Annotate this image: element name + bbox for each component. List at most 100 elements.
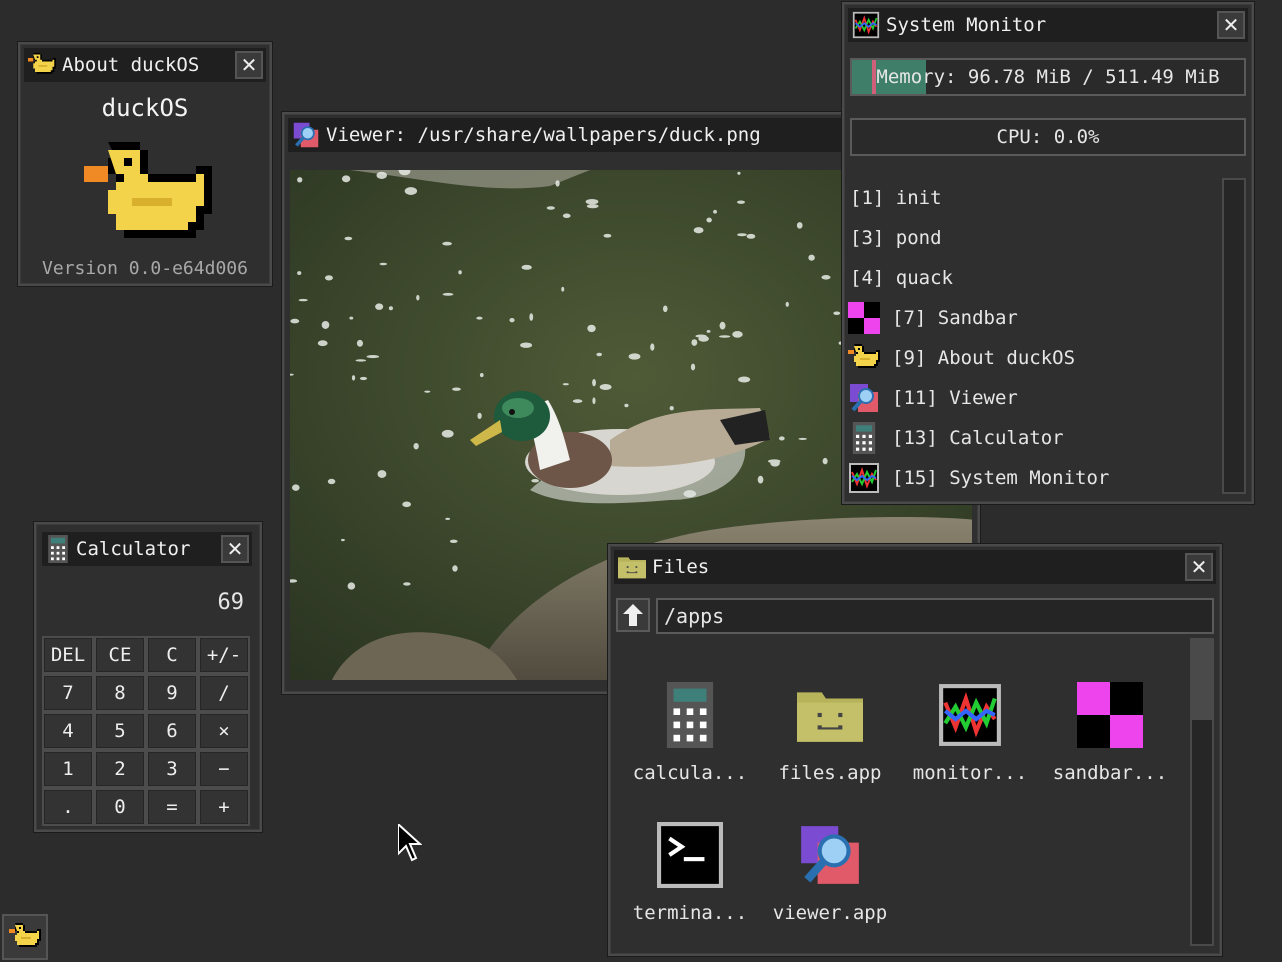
calc-key[interactable]: = — [146, 788, 198, 826]
close-icon: ✕ — [1190, 555, 1208, 579]
process-row[interactable]: [9] About duckOS — [848, 338, 1218, 378]
sysmon-title: System Monitor — [886, 14, 1047, 36]
about-title: About duckOS — [62, 54, 200, 76]
system-monitor-window: System Monitor ✕ Memory: 96.78 MiB / 511… — [842, 2, 1254, 504]
calculator-keypad: DEL CE C +/- 7 8 9/ 4 5 6 × 1 2 3−. 0 = + — [42, 636, 250, 826]
sysmon-titlebar[interactable]: System Monitor ✕ — [848, 8, 1248, 42]
viewer-icon — [848, 382, 880, 414]
calc-key[interactable]: 8 — [94, 674, 146, 712]
process-list: [1] init [3] pond [4] quack [7] Sandbar [9] … — [848, 178, 1218, 498]
memory-meter: Memory: 96.78 MiB / 511.49 MiB — [850, 58, 1246, 96]
viewer-title: Viewer: /usr/share/wallpapers/duck.png — [326, 124, 761, 146]
file-item[interactable]: sandbar... — [1040, 682, 1180, 784]
calc-key[interactable]: 3 — [146, 750, 198, 788]
process-row[interactable]: [11] Viewer — [848, 378, 1218, 418]
file-label: monitor... — [912, 762, 1028, 784]
calculator-display: 69 — [217, 590, 245, 615]
sandbar-icon — [1077, 682, 1143, 748]
about-close-button[interactable]: ✕ — [235, 51, 263, 79]
files-scrollbar-thumb[interactable] — [1192, 640, 1212, 720]
app-name: duckOS — [101, 94, 189, 122]
process-row[interactable]: [15] System Monitor — [848, 458, 1218, 498]
calculator-title: Calculator — [76, 538, 191, 560]
close-icon: ✕ — [240, 53, 258, 77]
calc-key[interactable]: / — [198, 674, 250, 712]
viewer-icon — [797, 822, 863, 888]
files-close-button[interactable]: ✕ — [1185, 553, 1213, 581]
terminal-icon — [657, 822, 723, 888]
calculator-icon — [657, 682, 723, 748]
file-label: viewer.app — [772, 902, 888, 924]
files-title: Files — [652, 556, 710, 578]
duck-icon — [848, 342, 880, 374]
file-item[interactable]: calcula... — [620, 682, 760, 784]
files-titlebar[interactable]: Files ✕ — [614, 550, 1216, 584]
calculator-titlebar[interactable]: Calculator ✕ — [42, 532, 252, 566]
folder-icon — [618, 553, 646, 581]
sandbar-icon — [848, 302, 880, 334]
sysmon-close-button[interactable]: ✕ — [1217, 11, 1245, 39]
file-label: files.app — [778, 762, 882, 784]
calculator-icon — [848, 422, 880, 454]
close-icon: ✕ — [226, 537, 244, 561]
process-label: [9] About duckOS — [892, 347, 1076, 369]
process-scrollbar[interactable] — [1222, 178, 1246, 494]
calc-key[interactable]: 4 — [42, 712, 94, 750]
memory-mark — [872, 60, 876, 94]
duck-icon — [9, 923, 41, 951]
files-window: Files ✕ /apps calcula... files.app monitor… — [608, 544, 1222, 956]
calc-key[interactable]: CE — [94, 636, 146, 674]
duck-icon — [28, 51, 56, 79]
calc-key[interactable]: × — [198, 712, 250, 750]
calc-key[interactable]: . — [42, 788, 94, 826]
calc-key[interactable]: 0 — [94, 788, 146, 826]
cpu-meter: CPU: 0.0% — [850, 118, 1246, 156]
folder-icon — [797, 682, 863, 748]
close-icon: ✕ — [1222, 13, 1240, 37]
process-row[interactable]: [1] init — [848, 178, 1218, 218]
calc-key[interactable]: + — [198, 788, 250, 826]
about-titlebar[interactable]: About duckOS ✕ — [24, 48, 266, 82]
process-label: [4] quack — [850, 267, 953, 289]
file-item[interactable]: viewer.app — [760, 822, 900, 924]
about-window: About duckOS ✕ duckOS Version 0.0-e64d00… — [18, 42, 272, 286]
version-text: Version 0.0-e64d006 — [42, 258, 248, 279]
process-row[interactable]: [13] Calculator — [848, 418, 1218, 458]
process-label: [3] pond — [850, 227, 942, 249]
arrow-up-icon — [623, 604, 643, 626]
viewer-icon — [292, 121, 320, 149]
calc-key[interactable]: 5 — [94, 712, 146, 750]
calc-key[interactable]: +/- — [198, 636, 250, 674]
process-label: [1] init — [850, 187, 942, 209]
viewer-titlebar[interactable]: Viewer: /usr/share/wallpapers/duck.png — [288, 118, 858, 152]
calc-key[interactable]: 1 — [42, 750, 94, 788]
start-button[interactable] — [2, 914, 48, 960]
file-item[interactable]: files.app — [760, 682, 900, 784]
calculator-window: Calculator ✕ 69 DEL CE C +/- 7 8 9/ 4 5 6 × 1 2 3−. 0 =… — [34, 522, 262, 832]
process-label: [13] Calculator — [892, 427, 1064, 449]
process-label: [7] Sandbar — [892, 307, 1018, 329]
duckos-logo — [84, 142, 212, 254]
calculator-icon — [46, 535, 70, 563]
process-row[interactable]: [4] quack — [848, 258, 1218, 298]
parent-directory-button[interactable] — [616, 598, 650, 632]
memory-label: Memory: 96.78 MiB / 511.49 MiB — [876, 66, 1220, 88]
file-item[interactable]: monitor... — [900, 682, 1040, 784]
cpu-label: CPU: 0.0% — [996, 126, 1100, 148]
calc-key[interactable]: DEL — [42, 636, 94, 674]
calc-key[interactable]: 7 — [42, 674, 94, 712]
process-label: [15] System Monitor — [892, 467, 1110, 489]
file-item[interactable]: termina... — [620, 822, 760, 924]
files-scrollbar[interactable] — [1190, 638, 1214, 946]
calc-key[interactable]: − — [198, 750, 250, 788]
calc-key[interactable]: 2 — [94, 750, 146, 788]
process-row[interactable]: [3] pond — [848, 218, 1218, 258]
file-label: sandbar... — [1052, 762, 1168, 784]
calc-key[interactable]: 9 — [146, 674, 198, 712]
calculator-close-button[interactable]: ✕ — [221, 535, 249, 563]
mouse-pointer-icon — [398, 824, 422, 862]
path-input[interactable]: /apps — [656, 598, 1214, 634]
calc-key[interactable]: 6 — [146, 712, 198, 750]
process-row[interactable]: [7] Sandbar — [848, 298, 1218, 338]
calc-key[interactable]: C — [146, 636, 198, 674]
